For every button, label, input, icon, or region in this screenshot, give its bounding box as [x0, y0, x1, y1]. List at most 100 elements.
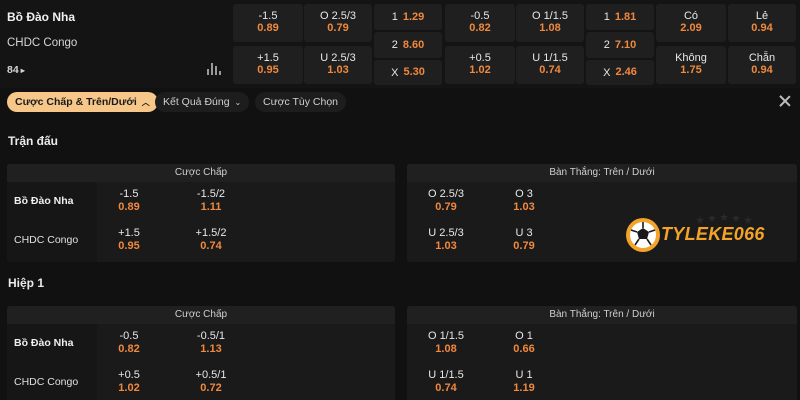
odds-cell[interactable]: U 2.5/3 1.03 — [421, 227, 471, 253]
market-cell-1h-1x2-draw[interactable]: X 2.46 — [586, 60, 654, 85]
odds-value: 0.66 — [513, 343, 535, 355]
market-tabs: Cược Chấp & Trên/Dưới ︿ Kết Quả Đúng ⌄ Cượ… — [0, 88, 800, 116]
odds-cell[interactable]: -0.5/1 1.13 — [186, 330, 236, 356]
odds-line: U 1/1.5 — [428, 369, 464, 381]
odds-line: -1.5 — [119, 188, 139, 200]
odds-line: +1.5 — [118, 227, 140, 239]
odds-value: 0.95 — [118, 240, 140, 252]
odds-cell[interactable]: O 2.5/3 0.79 — [421, 188, 471, 214]
market-cell-1h-under[interactable]: U 1/1.5 0.74 — [516, 46, 584, 84]
market-odd: 1.03 — [327, 64, 349, 76]
odds-value: 0.74 — [435, 382, 457, 394]
market-label: Không — [675, 52, 707, 64]
tab-label: Cược Chấp & Trên/Dưới — [15, 96, 137, 108]
market-odd: 1.75 — [680, 64, 702, 76]
market-cell-1h-handicap-home[interactable]: -0.5 0.82 — [445, 4, 515, 42]
odds-line: U 3 — [515, 227, 533, 239]
odds-line: O 2.5/3 — [427, 188, 465, 200]
market-odd: 2.09 — [680, 22, 702, 34]
odds-cell[interactable]: U 1 1.19 — [499, 369, 549, 395]
odds-cell[interactable]: -1.5 0.89 — [104, 188, 154, 214]
match-teams: Bồ Đào Nha CHDC Congo 84 ▸ — [0, 0, 230, 88]
odds-cell[interactable]: -1.5/2 1.11 — [186, 188, 236, 214]
match-row: Bồ Đào Nha CHDC Congo 84 ▸ -1.5 0.89 +1.5… — [0, 0, 800, 88]
market-label: U 2.5/3 — [320, 52, 356, 64]
market-odd: 2.46 — [615, 66, 637, 78]
panel-header: Bàn Thắng: Trên / Dưới — [407, 164, 797, 182]
market-cell-1x2-draw[interactable]: X 5.30 — [374, 60, 442, 85]
tab-handicap-overunder[interactable]: Cược Chấp & Trên/Dưới ︿ — [7, 92, 158, 112]
odds-line: +0.5 — [118, 369, 140, 381]
odds-value: 0.79 — [435, 201, 457, 213]
market-cell-1x2-away[interactable]: 2 8.60 — [374, 32, 442, 58]
team-name: Bồ Đào Nha — [14, 337, 74, 349]
panel-header: Cược Chấp — [7, 306, 395, 324]
market-cell-1h-1x2-away[interactable]: 2 7.10 — [586, 32, 654, 58]
market-cell-handicap-home[interactable]: -1.5 0.89 — [233, 4, 303, 42]
odds-value: 1.13 — [200, 343, 222, 355]
market-cell-over[interactable]: O 2.5/3 0.79 — [304, 4, 372, 42]
odds-line: +0.5/1 — [195, 369, 227, 381]
odds-value: 1.11 — [200, 201, 222, 213]
team-name: CHDC Congo — [14, 376, 79, 388]
odds-value: 0.72 — [200, 382, 222, 394]
market-label: 2 — [391, 39, 398, 51]
more-markets-link[interactable]: 84 ▸ — [7, 64, 25, 76]
tyleke-logo: TYLEKE066 — [624, 211, 774, 257]
handicap-panel-fulltime: Cược Chấp Bồ Đào Nha -1.5 0.89 -1.5/2 1.… — [7, 164, 395, 262]
odds-value: 0.79 — [513, 240, 535, 252]
more-markets-count: 84 — [7, 64, 19, 76]
team-name: CHDC Congo — [14, 234, 79, 246]
chevron-down-icon: ⌄ — [234, 98, 242, 107]
chevron-up-icon: ︿ — [141, 98, 150, 107]
odds-cell[interactable]: +1.5 0.95 — [104, 227, 154, 253]
panel-header: Bàn Thắng: Trên / Dưới — [407, 306, 797, 324]
odds-cell[interactable]: U 3 0.79 — [499, 227, 549, 253]
odds-value: 0.82 — [118, 343, 140, 355]
market-odd: 0.89 — [257, 22, 279, 34]
market-cell-1h-over[interactable]: O 1/1.5 1.08 — [516, 4, 584, 42]
odds-cell[interactable]: +0.5/1 0.72 — [186, 369, 236, 395]
market-cell-1x2-home[interactable]: 1 1.29 — [374, 4, 442, 30]
odds-cell[interactable]: O 3 1.03 — [499, 188, 549, 214]
table-row: CHDC Congo +1.5 0.95 +1.5/2 0.74 — [7, 221, 395, 260]
market-odd: 0.79 — [327, 22, 349, 34]
market-label: O 1/1.5 — [531, 10, 569, 22]
tab-label: Kết Quả Đúng — [163, 96, 230, 108]
market-cell-1h-handicap-away[interactable]: +0.5 1.02 — [445, 46, 515, 84]
market-cell-btts-yes[interactable]: Có 2.09 — [656, 4, 726, 42]
odds-value: 1.03 — [513, 201, 535, 213]
market-label: Lẻ — [755, 10, 769, 22]
odds-line: O 1 — [515, 330, 533, 342]
market-cell-btts-no[interactable]: Không 1.75 — [656, 46, 726, 84]
odds-line: U 1 — [515, 369, 533, 381]
market-cell-handicap-away[interactable]: +1.5 0.95 — [233, 46, 303, 84]
table-row: Bồ Đào Nha -1.5 0.89 -1.5/2 1.11 — [7, 182, 395, 221]
overunder-panel-first-half: Bàn Thắng: Trên / Dưới O 1/1.5 1.08 O 1 … — [407, 306, 797, 400]
odds-line: U 2.5/3 — [428, 227, 464, 239]
odds-cell[interactable]: O 1/1.5 1.08 — [421, 330, 471, 356]
tab-custom-bet[interactable]: Cược Tùy Chọn — [255, 92, 346, 112]
stats-icon[interactable] — [207, 62, 221, 75]
market-cell-under[interactable]: U 2.5/3 1.03 — [304, 46, 372, 84]
market-label: 1 — [391, 11, 398, 23]
market-odd: 5.30 — [403, 66, 425, 78]
market-odd: 0.82 — [469, 22, 491, 34]
close-icon[interactable] — [778, 94, 792, 108]
market-odd: 0.94 — [751, 64, 773, 76]
odds-cell[interactable]: +0.5 1.02 — [104, 369, 154, 395]
market-label: X — [391, 66, 399, 79]
market-cell-1h-1x2-home[interactable]: 1 1.81 — [586, 4, 654, 30]
odds-cell[interactable]: -0.5 0.82 — [104, 330, 154, 356]
odds-cell[interactable]: O 1 0.66 — [499, 330, 549, 356]
odds-cell[interactable]: +1.5/2 0.74 — [186, 227, 236, 253]
section-title-fulltime: Trận đấu — [8, 134, 59, 148]
table-row: O 1/1.5 1.08 O 1 0.66 — [407, 324, 797, 363]
market-label: Chẵn — [748, 52, 776, 64]
tab-correct-score[interactable]: Kết Quả Đúng ⌄ — [155, 92, 250, 112]
odds-cell[interactable]: U 1/1.5 0.74 — [421, 369, 471, 395]
market-label: O 2.5/3 — [319, 10, 357, 22]
market-cell-even[interactable]: Chẵn 0.94 — [728, 46, 796, 84]
market-odd: 1.29 — [402, 10, 425, 23]
market-cell-odd[interactable]: Lẻ 0.94 — [728, 4, 796, 42]
